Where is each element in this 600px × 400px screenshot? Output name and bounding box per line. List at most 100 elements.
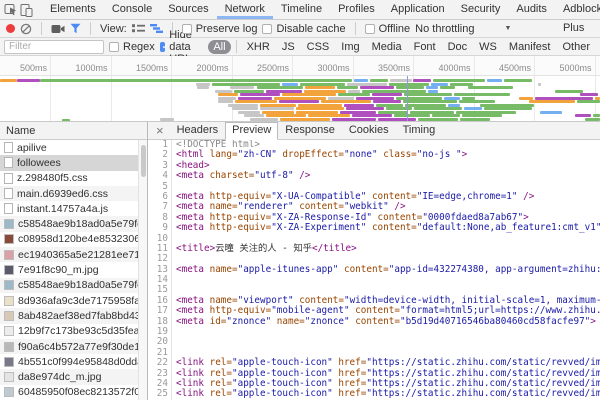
request-row[interactable]: f90a6c4b572a77e9f30de153... [0, 339, 138, 354]
request-row[interactable]: da8e974dc_m.jpg [0, 369, 138, 384]
request-name: followees [17, 157, 61, 169]
filter-pill-css[interactable]: CSS [302, 40, 335, 54]
checkbox-icon[interactable] [109, 42, 119, 52]
waterfall-bar [396, 86, 424, 89]
main-tab-profiles[interactable]: Profiles [330, 0, 383, 19]
filter-pill-font[interactable]: Font [409, 40, 441, 54]
checkbox-icon[interactable] [160, 42, 165, 52]
waterfall-bar [460, 118, 490, 121]
filter-pill-ws[interactable]: WS [474, 40, 502, 54]
checkbox-icon[interactable] [262, 24, 272, 34]
throttling-select[interactable]: No throttling ▼ [415, 23, 511, 35]
waterfall-bar [337, 86, 358, 89]
regex-checkbox[interactable]: Regex [109, 41, 155, 53]
ruler-tick-label: 2000ms [196, 63, 228, 73]
scrollbar-thumb[interactable] [141, 145, 146, 177]
name-column-label: Name [6, 125, 35, 137]
waterfall-bar [360, 86, 394, 89]
waterfall-bar [403, 100, 457, 103]
main-tab-sources[interactable]: Sources [160, 0, 216, 19]
main-tab-application[interactable]: Application [383, 0, 453, 19]
main-tab-network[interactable]: Network [217, 0, 273, 19]
throttling-value: No throttling [415, 23, 474, 35]
request-row[interactable]: ec1940365a5e21281ee71856... [0, 247, 138, 262]
request-row[interactable]: 4b551c0f994e95848d0dda09... [0, 354, 138, 369]
main-tab-security[interactable]: Security [453, 0, 509, 19]
line-number: 4 [148, 171, 168, 181]
request-row[interactable]: 12b9f7c173be93c5d35fea2d... [0, 324, 138, 339]
filter-pill-other[interactable]: Other [557, 40, 595, 54]
filter-pill-doc[interactable]: Doc [443, 40, 473, 54]
image-icon [4, 357, 14, 367]
requests-scrollbar[interactable] [138, 140, 147, 400]
code-line: <link rel="apple-touch-icon" href="https… [176, 389, 600, 399]
filter-funnel-icon[interactable] [70, 23, 81, 34]
image-icon [4, 250, 14, 260]
waterfall-bar [321, 100, 371, 103]
code-line [176, 275, 600, 285]
waterfall-bar [378, 118, 416, 121]
inspect-element-icon[interactable] [4, 2, 18, 18]
view-list-icon[interactable] [132, 23, 145, 34]
waterfall-bar [305, 86, 335, 89]
line-number: 25 [148, 389, 168, 399]
details-tab-response[interactable]: Response [278, 122, 342, 139]
main-tab-elements[interactable]: Elements [42, 0, 104, 19]
request-name: 8d936afa9c3de7175958fae5... [18, 295, 138, 307]
filter-pill-xhr[interactable]: XHR [242, 40, 275, 54]
waterfall-bar [218, 100, 233, 103]
request-row[interactable]: 60485950f08ec8213572f0e7... [0, 385, 138, 400]
details-tab-headers[interactable]: Headers [170, 122, 226, 139]
filter-pill-img[interactable]: Img [336, 40, 364, 54]
waterfall-bar [352, 114, 392, 117]
capture-screenshots-icon[interactable] [51, 24, 65, 34]
line-number: 9 [148, 223, 168, 233]
checkbox-icon[interactable] [182, 24, 192, 34]
waterfall-bar [197, 86, 209, 89]
details-tab-preview[interactable]: Preview [225, 122, 278, 140]
request-row[interactable]: c58548ae9b18ad0a5e79fe4e... [0, 278, 138, 293]
request-row[interactable]: instant.14757a4a.js [0, 201, 138, 216]
main-tab-adblock-plus[interactable]: Adblock Plus [555, 0, 600, 19]
image-icon [4, 234, 14, 244]
checkbox-icon[interactable] [365, 24, 375, 34]
ruler-gridline [292, 56, 293, 75]
waterfall-bar [240, 93, 280, 96]
main-tab-console[interactable]: Console [104, 0, 160, 19]
filter-pill-media[interactable]: Media [367, 40, 407, 54]
name-column-header[interactable]: Name [0, 122, 147, 140]
device-toolbar-icon[interactable] [20, 2, 33, 18]
clear-icon[interactable] [20, 23, 32, 35]
offline-checkbox[interactable]: Offline [365, 23, 411, 35]
request-row[interactable]: 7e91f8c90_m.jpg [0, 262, 138, 277]
request-row[interactable]: c58548ae9b18ad0a5e79fe4e... [0, 216, 138, 231]
request-row[interactable]: c08958d120be4e853230649... [0, 232, 138, 247]
request-row[interactable]: 8d936afa9c3de7175958fae5... [0, 293, 138, 308]
record-network-log-icon[interactable] [6, 24, 15, 33]
disable-cache-checkbox[interactable]: Disable cache [262, 23, 345, 35]
request-name: 8ab482aef38ed7fab8bd4314... [18, 310, 138, 322]
request-row[interactable]: z.298480f5.css [0, 171, 138, 186]
waterfall-bar [418, 118, 458, 121]
request-row[interactable]: apilive [0, 140, 138, 155]
request-row[interactable]: 8ab482aef38ed7fab8bd4314... [0, 308, 138, 323]
request-row[interactable]: main.d6939ed6.css [0, 186, 138, 201]
waterfall-overview[interactable] [0, 76, 600, 122]
main-tab-timeline[interactable]: Timeline [273, 0, 330, 19]
line-number-gutter: 1234567891011121314151617181920212223242… [148, 140, 172, 400]
waterfall-bar [62, 119, 70, 122]
request-row[interactable]: followees [0, 155, 138, 170]
filter-input[interactable] [4, 40, 104, 54]
ruler-gridline [232, 56, 233, 75]
filter-pill-all[interactable]: All [208, 40, 230, 54]
details-tab-timing[interactable]: Timing [396, 122, 443, 139]
filter-pill-manifest[interactable]: Manifest [504, 40, 556, 54]
request-name: apilive [17, 142, 47, 154]
main-tab-audits[interactable]: Audits [508, 0, 555, 19]
preview-code-view[interactable]: 1234567891011121314151617181920212223242… [148, 140, 600, 400]
close-details-icon[interactable]: × [150, 123, 170, 139]
details-tab-cookies[interactable]: Cookies [342, 122, 396, 139]
ruler-gridline [474, 56, 475, 75]
filter-pill-js[interactable]: JS [277, 40, 300, 54]
waterfall-bar [244, 114, 264, 117]
